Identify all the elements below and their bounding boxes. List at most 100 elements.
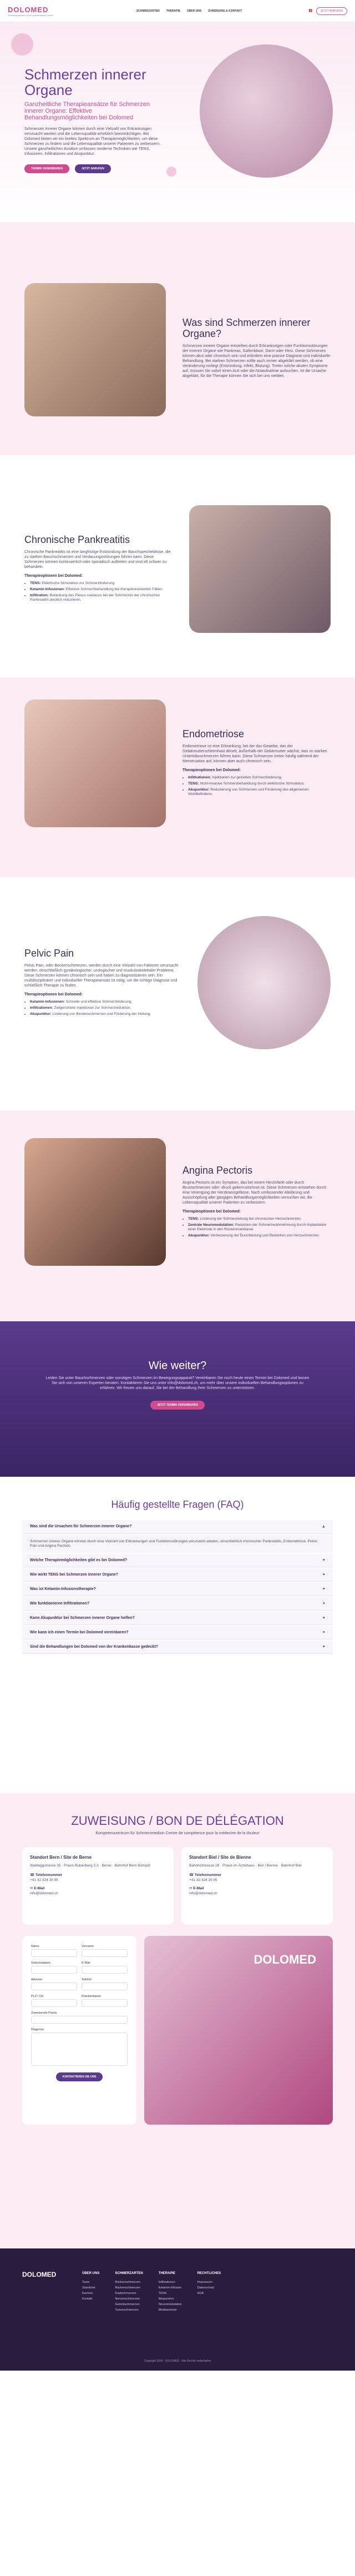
footer-link[interactable]: Medikamente [159,2307,182,2313]
hero-body: Schmerzen innerer Organe können durch ei… [24,127,161,156]
faq-question[interactable]: Wie kann ich einen Termin bei Dolomed ve… [22,1626,333,1639]
email-row: ✉ E-Mail [30,1886,45,1890]
nav-link-ueber-uns[interactable]: ÜBER UNS [187,9,201,13]
faq-question[interactable]: Welche Therapiemöglichkeiten gibt es bei… [22,1554,333,1567]
logo-tagline: Schmerzexperten für ein schmerzfreies Le… [8,13,53,17]
locations: Standort Bern / Site de Berne Waldeggstr… [22,1847,333,1925]
faq-question[interactable]: Wie wirkt TENS bei Schmerzen innerer Org… [22,1568,333,1582]
footer-link[interactable]: Impressum [197,2280,221,2285]
phone-input[interactable] [82,1983,128,1990]
location-address: Bahnhofstrasse 28 · Praxis im Ärztehaus … [189,1864,302,1868]
section-body: Chronische Pankreatitis ist eine langfri… [24,550,171,569]
footer-link[interactable]: Infiltrationen [159,2280,182,2285]
decor-blob [11,33,33,56]
language-flag-icon[interactable]: 🇨🇭 [308,9,312,13]
footer-col: SCHMERZARTEN Rückenschmerzen Nackenschme… [115,2272,143,2313]
plus-icon: + [322,1587,325,1591]
therapy-list: TENS: Elektrische Stimulation zur Schmer… [24,581,173,602]
section-image [189,505,331,633]
footer-link[interactable]: Akupunktur [159,2296,182,2302]
footer-link[interactable]: Nackenschmerzen [115,2285,143,2291]
footer-col: RECHTLICHES Impressum Datenschutz AGB [197,2272,221,2296]
faq-question[interactable]: Was ist Ketamin-Infusionstherapie? + [22,1583,333,1596]
referral-title: ZUWEISUNG / BON DE DÉLÉGATION [71,1814,284,1828]
book-appointment-button[interactable]: TERMIN VEREINBAREN [24,164,69,173]
therapy-list: TENS: Linderung der Schmerzleitung bei c… [182,1217,331,1238]
insurance-input[interactable] [82,1999,128,2007]
cta-button-wrap: JETZT TERMIN VEREINBAREN [44,1401,311,1410]
section-title: Angina Pectoris [182,1164,253,1176]
name-input[interactable] [31,1949,77,1957]
list-item: Infiltrationen: Injektionen zur gezielte… [188,776,331,780]
email-link[interactable]: info@dolomed.ch [30,1891,166,1896]
footer-link[interactable]: Kopfschmerzen [115,2291,143,2296]
page-title: Schmerzen innerer Organe [24,66,146,98]
field-telefon: Telefon [82,1978,128,1990]
call-now-button[interactable]: JETZT ANRUFEN [316,7,347,15]
email-input[interactable] [82,1966,128,1974]
footer-link[interactable]: Ketamin-Infusion [159,2285,182,2291]
section-pankreatitis: Chronische Pankreatitis Chronische Pankr… [0,455,355,677]
list-item: TENS: Nicht-invasive Schmerzbehandlung d… [188,782,331,786]
field-krankenkasse: Krankenkasse [82,1995,128,2007]
footer-link[interactable]: Nervenschmerzen [115,2296,143,2302]
location-title: Standort Biel / Site de Bienne [189,1855,251,1860]
footer-link[interactable]: Standorte [82,2285,99,2291]
footer-link[interactable]: Karriere [82,2291,99,2296]
logo-text: DOLOMED [8,5,49,14]
footer-link[interactable]: Neuromodulation [159,2302,182,2307]
footer-link[interactable]: Kontakt [82,2296,99,2302]
therapy-heading: Therapieoptionen bei Dolomed: [24,574,83,578]
footer-link[interactable]: Tumorschmerzen [115,2307,143,2313]
nav-link-schmerzarten[interactable]: SCHMERZARTEN [136,9,160,13]
footer-link[interactable]: Team [82,2280,99,2285]
section-row: Was sind Schmerzen innerer Organe? Schme… [24,283,331,416]
footer-logo[interactable]: DOLOMED [22,2271,67,2313]
list-item: Akupunktur: Verbesserung der Durchblutun… [188,1234,331,1238]
phone-link[interactable]: +41 32 324 29 95 [189,1878,325,1883]
phone-row: ☎ Telefonnummer [30,1873,63,1877]
form-row: Name Vorname Geburtsdatum E-Mail Adresse… [22,1936,333,2125]
field-diagnose: Diagnose [31,2028,128,2066]
plus-icon: + [322,1602,325,1606]
email-link[interactable]: info@dolomed.ch [189,1891,325,1896]
diagnosis-input[interactable] [31,2032,128,2066]
section-body: Angina Pectoris ist ein Symptom, das bei… [182,1180,327,1205]
therapy-list: Ketamin-Infusionen: Schnelle und effekti… [24,1000,181,1017]
phone-link[interactable]: +41 32 324 29 95 [30,1878,166,1883]
footer-link[interactable]: TENS [159,2291,182,2296]
address-input[interactable] [31,1983,77,1990]
cta-button[interactable]: JETZT TERMIN VEREINBAREN [150,1401,205,1410]
faq-question[interactable]: Kann Akupunktur bei Schmerzen innerer Or… [22,1612,333,1625]
faq-question[interactable]: Sind die Behandlungen bei Dolomed von de… [22,1641,333,1654]
footer-link[interactable]: AGB [197,2291,221,2296]
plus-icon: + [322,1573,325,1577]
faq-question[interactable]: Wie funktionieren Infiltrationen? + [22,1597,333,1611]
footer-link[interactable]: Datenschutz [197,2285,221,2291]
nav-link-kontakt[interactable]: ZUWEISUNG & KONTAKT [208,9,242,13]
submit-wrap: KONTAKTIEREN SIE UNS [31,2072,128,2081]
footer-link[interactable]: Gelenkschmerzen [115,2302,143,2307]
section-endometriose: Endometriose Endometriose ist eine Erkra… [0,677,355,877]
list-item: Infiltration: Betäubung des Plexus coeli… [30,593,173,602]
logo[interactable]: DOLOMED Schmerzexperten für ein schmerzf… [8,6,53,17]
vorname-input[interactable] [82,1949,128,1957]
section-image [24,700,166,827]
nav-links: SCHMERZARTEN THERAPIE ÜBER UNS ZUWEISUNG… [136,9,242,13]
mail-icon: ✉ [189,1886,192,1890]
faq-question-open[interactable]: Was sind die Ursachen für Schmerzen inne… [22,1520,333,1534]
call-button[interactable]: JETZT ANRUFEN [74,164,111,173]
practice-input[interactable] [31,2016,128,2024]
plus-icon: + [322,1616,325,1620]
submit-button[interactable]: KONTAKTIEREN SIE UNS [55,2072,103,2081]
section-image [24,1138,166,1266]
location-address: Waldeggstrasse 35 · Praxis Bubenberg 2,3… [30,1864,151,1868]
zip-input[interactable] [31,1999,77,2007]
hero-text: Schmerzen innerer Organe Ganzheitliche T… [24,67,163,173]
section-angina: Angina Pectoris Angina Pectoris ist ein … [0,1110,355,1321]
list-item: Akupunktur: Linderung von Beckenschmerze… [30,1012,181,1017]
birthdate-input[interactable] [31,1966,77,1974]
referral-form: Name Vorname Geburtsdatum E-Mail Adresse… [22,1936,136,2125]
footer-link[interactable]: Rückenschmerzen [115,2280,143,2285]
nav-link-therapie[interactable]: THERAPIE [166,9,180,13]
